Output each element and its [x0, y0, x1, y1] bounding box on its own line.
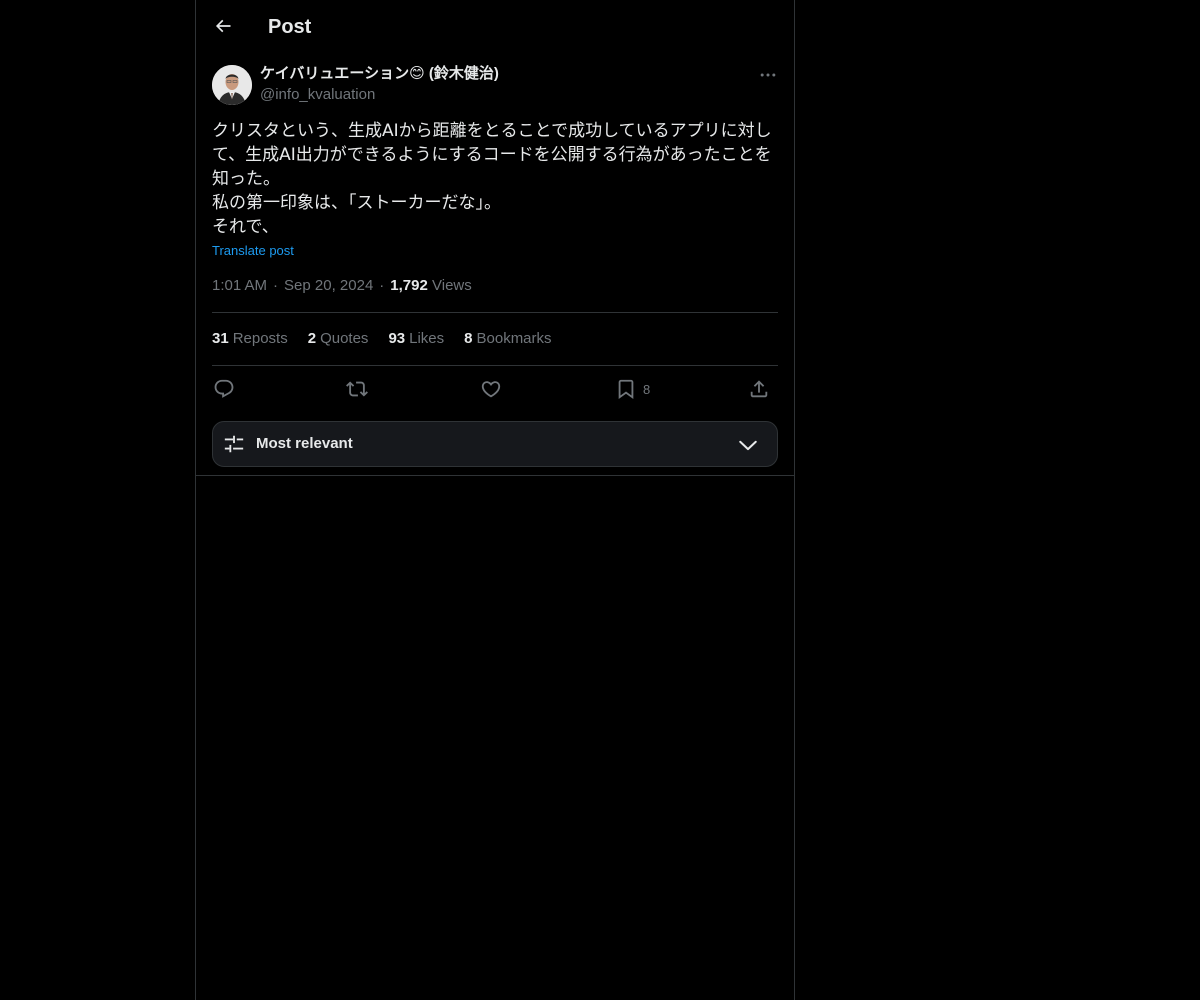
views-count: 1,792 [390, 277, 428, 294]
translate-post-link[interactable]: Translate post [212, 242, 294, 260]
bookmark-icon [618, 379, 634, 400]
chevron-down-icon [737, 434, 759, 461]
post-text: クリスタという、生成AIから距離をとることで成功しているアプリに対し て、生成A… [212, 119, 782, 239]
author-display-name[interactable]: ケイバリュエーション😊 (鈴木健治) [260, 64, 499, 84]
separator-dot: · [379, 277, 385, 294]
bookmarks-stat[interactable]: 8 Bookmarks [464, 329, 551, 349]
post-text-line: 知った。 [212, 169, 280, 189]
like-button[interactable] [480, 376, 502, 402]
post-text-line: クリスタという、生成AIから距離をとることで成功しているアプリに対し [212, 121, 772, 141]
page-title: Post [268, 16, 312, 38]
replies-sort-dropdown[interactable]: Most relevant [212, 421, 778, 467]
divider [212, 365, 778, 366]
reply-button[interactable] [213, 376, 235, 402]
repost-button[interactable] [346, 376, 368, 402]
reposts-stat[interactable]: 31 Reposts [212, 329, 288, 349]
post-metadata: 1:01 AM · Sep 20, 2024 · 1,792 Views [212, 276, 472, 296]
post-text-line: て、生成AI出力ができるようにするコードを公開する行為があったことを [212, 145, 772, 165]
reposts-count: 31 [212, 330, 229, 347]
post-text-line: それで、 [212, 217, 279, 237]
bookmarks-label: Bookmarks [476, 330, 552, 347]
quotes-count: 2 [307, 330, 317, 347]
bookmarks-count: 8 [464, 330, 473, 347]
author-handle[interactable]: @info_kvaluation [260, 85, 375, 105]
post-date[interactable]: Sep 20, 2024 [284, 277, 373, 294]
reply-icon [214, 379, 234, 398]
reposts-label: Reposts [232, 330, 288, 347]
post-text-line: 私の第一印象は、「ストーカーだな」。 [212, 193, 501, 213]
section-divider [196, 475, 794, 476]
views-label: Views [432, 277, 472, 294]
arrow-left-icon [215, 19, 231, 33]
repost-icon [346, 381, 368, 397]
likes-stat[interactable]: 93 Likes [388, 329, 444, 349]
avatar-image [212, 65, 252, 105]
page-header: Post [196, 0, 794, 54]
avatar[interactable] [212, 65, 252, 105]
share-icon [750, 380, 768, 398]
separator-dot: · [273, 277, 279, 294]
sliders-icon [223, 433, 245, 460]
share-button[interactable] [748, 376, 770, 402]
likes-label: Likes [409, 330, 445, 347]
bookmark-button[interactable]: 8 [615, 376, 650, 402]
divider [212, 312, 778, 313]
quotes-label: Quotes [320, 330, 369, 347]
primary-column: Post ケイバリュエーション😊 (鈴木健治) @info_kvaluation… [195, 0, 795, 1000]
quotes-stat[interactable]: 2 Quotes [308, 329, 369, 349]
back-button[interactable] [206, 9, 240, 43]
bookmark-count: 8 [643, 381, 651, 397]
heart-icon [481, 381, 501, 398]
post-stats: 31 Reposts 2 Quotes 93 Likes 8 Bookmarks [212, 329, 552, 349]
action-bar: 8 [212, 376, 778, 404]
likes-count: 93 [388, 330, 406, 347]
more-options-button[interactable] [756, 63, 780, 87]
replies-sort-label: Most relevant [256, 435, 353, 452]
post-time[interactable]: 1:01 AM [212, 277, 267, 294]
more-horizontal-icon [760, 73, 776, 77]
